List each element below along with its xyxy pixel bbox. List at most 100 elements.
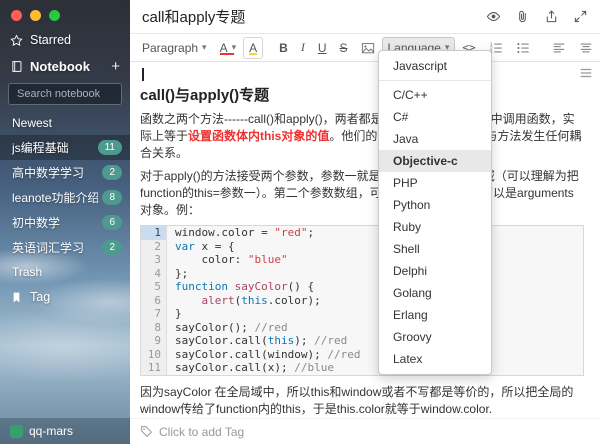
- notebook-count-badge: 2: [102, 240, 122, 255]
- language-option[interactable]: Groovy: [379, 326, 491, 348]
- note-title[interactable]: call和apply专题: [142, 6, 486, 27]
- language-option[interactable]: Delphi: [379, 260, 491, 282]
- header-actions: [486, 9, 588, 24]
- sidebar-item-starred[interactable]: Starred: [0, 27, 130, 53]
- share-icon[interactable]: [544, 9, 559, 24]
- notebook-item[interactable]: js编程基础 11: [0, 135, 130, 160]
- language-option[interactable]: Javascript: [379, 55, 491, 77]
- line-number: 8: [141, 321, 167, 335]
- language-option[interactable]: Shell: [379, 238, 491, 260]
- language-option[interactable]: C#: [379, 106, 491, 128]
- notebook-label: Notebook: [30, 59, 104, 74]
- paragraph: 因为sayColor 在全局域中，所以this和window或者不写都是等价的，…: [140, 384, 584, 418]
- strikethrough-button[interactable]: S: [333, 37, 353, 59]
- menu-divider: [379, 80, 491, 81]
- notebook-count-badge: 2: [102, 165, 122, 180]
- insert-image-button[interactable]: [355, 37, 381, 59]
- code-text: sayColor(); //red: [167, 321, 288, 335]
- code-line[interactable]: 5function sayColor() {: [141, 280, 583, 294]
- align-left-button[interactable]: [546, 37, 572, 59]
- preview-eye-icon[interactable]: [486, 9, 501, 24]
- code-line[interactable]: 4};: [141, 267, 583, 281]
- line-number: 4: [141, 267, 167, 281]
- outline-toggle-button[interactable]: [579, 66, 593, 83]
- line-number: 5: [141, 280, 167, 294]
- starred-label: Starred: [30, 33, 71, 47]
- underline-button[interactable]: U: [312, 37, 333, 59]
- sidebar-item-tag[interactable]: Tag: [0, 284, 130, 310]
- align-left-icon: [552, 41, 566, 55]
- language-option[interactable]: Erlang: [379, 304, 491, 326]
- search-notebook-input[interactable]: [8, 83, 122, 105]
- notebook-search: [0, 80, 130, 111]
- code-text: window.color = "red";: [167, 226, 314, 240]
- code-block[interactable]: 1window.color = "red";2var x = {3 color:…: [140, 225, 584, 376]
- bold-button[interactable]: B: [273, 37, 294, 59]
- document-heading: call()与apply()专题: [140, 84, 584, 105]
- attachment-icon[interactable]: [515, 9, 530, 24]
- close-window-button[interactable]: [11, 10, 22, 21]
- code-line[interactable]: 10sayColor.call(window); //red: [141, 348, 583, 362]
- code-line[interactable]: 8sayColor(); //red: [141, 321, 583, 335]
- unordered-list-button[interactable]: [510, 37, 536, 59]
- language-option[interactable]: Latex: [379, 348, 491, 370]
- notebook-item[interactable]: 高中数学学习 2: [0, 160, 130, 185]
- sidebar-item-notebook[interactable]: Notebook +: [0, 53, 130, 80]
- menu-lines-icon: [579, 66, 593, 80]
- sidebar-item-newest[interactable]: Newest: [0, 111, 130, 135]
- language-option[interactable]: Python: [379, 194, 491, 216]
- bookmark-icon: [10, 291, 23, 304]
- note-header: call和apply专题: [130, 0, 600, 34]
- highlight-color-button[interactable]: A: [243, 37, 263, 59]
- paragraph: 函数之两个方法------call()和apply()，两者都是用来在特定的作用…: [140, 111, 584, 162]
- text-cursor: [142, 68, 144, 81]
- align-center-button[interactable]: [573, 37, 599, 59]
- notebook-item-label: leanote功能介绍: [12, 189, 98, 206]
- line-number: 3: [141, 253, 167, 267]
- paragraph-style-dropdown[interactable]: Paragraph: [136, 37, 213, 59]
- sidebar-item-trash[interactable]: Trash: [0, 260, 130, 284]
- code-text: sayColor.call(this); //red: [167, 334, 347, 348]
- highlight-color-swatch: [249, 53, 257, 55]
- sidebar: Starred Notebook + Newest js编程基础 11 高中数学…: [0, 0, 130, 444]
- code-line[interactable]: 7}: [141, 307, 583, 321]
- notebook-item-label: 英语词汇学习: [12, 239, 98, 256]
- language-option[interactable]: Ruby: [379, 216, 491, 238]
- highlighted-text: 设置函数体内this对象的值: [188, 129, 329, 143]
- tag-icon: [140, 425, 153, 438]
- notebook-item-label: 初中数学: [12, 214, 98, 231]
- notebook-item[interactable]: 初中数学 6: [0, 210, 130, 235]
- code-line[interactable]: 1window.color = "red";: [141, 226, 583, 240]
- zoom-window-button[interactable]: [49, 10, 60, 21]
- image-icon: [361, 41, 375, 55]
- language-option[interactable]: PHP: [379, 172, 491, 194]
- notebook-item[interactable]: 英语词汇学习 2: [0, 235, 130, 260]
- line-number: 9: [141, 334, 167, 348]
- star-icon: [10, 34, 23, 47]
- code-line[interactable]: 6 alert(this.color);: [141, 294, 583, 308]
- notebook-item-label: 高中数学学习: [12, 164, 98, 181]
- language-option[interactable]: C/C++: [379, 84, 491, 106]
- language-option[interactable]: Golang: [379, 282, 491, 304]
- notebook-item[interactable]: leanote功能介绍 8: [0, 185, 130, 210]
- language-option-selected[interactable]: Objective-c: [379, 150, 491, 172]
- font-color-button[interactable]: A: [214, 37, 243, 59]
- window-controls: [0, 0, 130, 27]
- italic-button[interactable]: I: [295, 36, 311, 59]
- code-line[interactable]: 2var x = {: [141, 240, 583, 254]
- code-text: }: [167, 307, 182, 321]
- tag-bar[interactable]: Click to add Tag: [130, 418, 600, 444]
- fullscreen-icon[interactable]: [573, 9, 588, 24]
- add-tag-label: Click to add Tag: [159, 425, 244, 439]
- align-center-icon: [579, 41, 593, 55]
- add-notebook-icon[interactable]: +: [111, 62, 120, 72]
- user-avatar: [10, 425, 23, 438]
- minimize-window-button[interactable]: [30, 10, 41, 21]
- notebook-item-label: js编程基础: [12, 139, 94, 156]
- code-line[interactable]: 3 color: "blue": [141, 253, 583, 267]
- language-option[interactable]: Java: [379, 128, 491, 150]
- user-bar[interactable]: qq-mars: [0, 418, 130, 444]
- code-line[interactable]: 9sayColor.call(this); //red: [141, 334, 583, 348]
- code-line[interactable]: 11sayColor.call(x); //blue: [141, 361, 583, 375]
- note-editor[interactable]: call()与apply()专题 函数之两个方法------call()和app…: [130, 62, 600, 418]
